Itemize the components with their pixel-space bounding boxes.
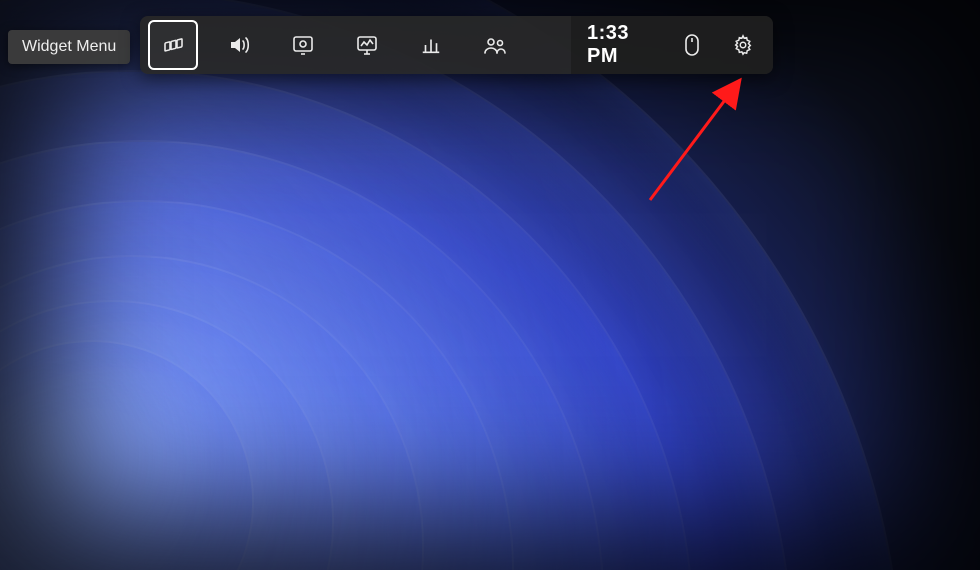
capture-button[interactable] (280, 22, 326, 68)
audio-button[interactable] (216, 22, 262, 68)
gamebar-right-zone: 1:33 PM (571, 16, 773, 74)
tooltip-text: Widget Menu (22, 38, 116, 55)
performance-monitor-icon (355, 33, 379, 57)
xbox-game-bar: 1:33 PM (140, 16, 773, 74)
speaker-icon (227, 33, 251, 57)
desktop-wallpaper (0, 0, 980, 570)
mouse-icon (682, 33, 702, 57)
gamebar-clock: 1:33 PM (587, 22, 657, 68)
widget-menu-tooltip: Widget Menu (8, 30, 130, 64)
xbox-social-button[interactable] (472, 22, 518, 68)
widget-menu-button[interactable] (148, 20, 198, 70)
mouse-button[interactable] (671, 22, 712, 68)
widget-menu-icon (161, 33, 185, 57)
performance-button[interactable] (344, 22, 390, 68)
bar-chart-icon (420, 34, 442, 56)
gear-icon (732, 34, 754, 56)
settings-button[interactable] (722, 22, 763, 68)
people-icon (483, 33, 507, 57)
capture-icon (291, 33, 315, 57)
resources-button[interactable] (408, 22, 454, 68)
